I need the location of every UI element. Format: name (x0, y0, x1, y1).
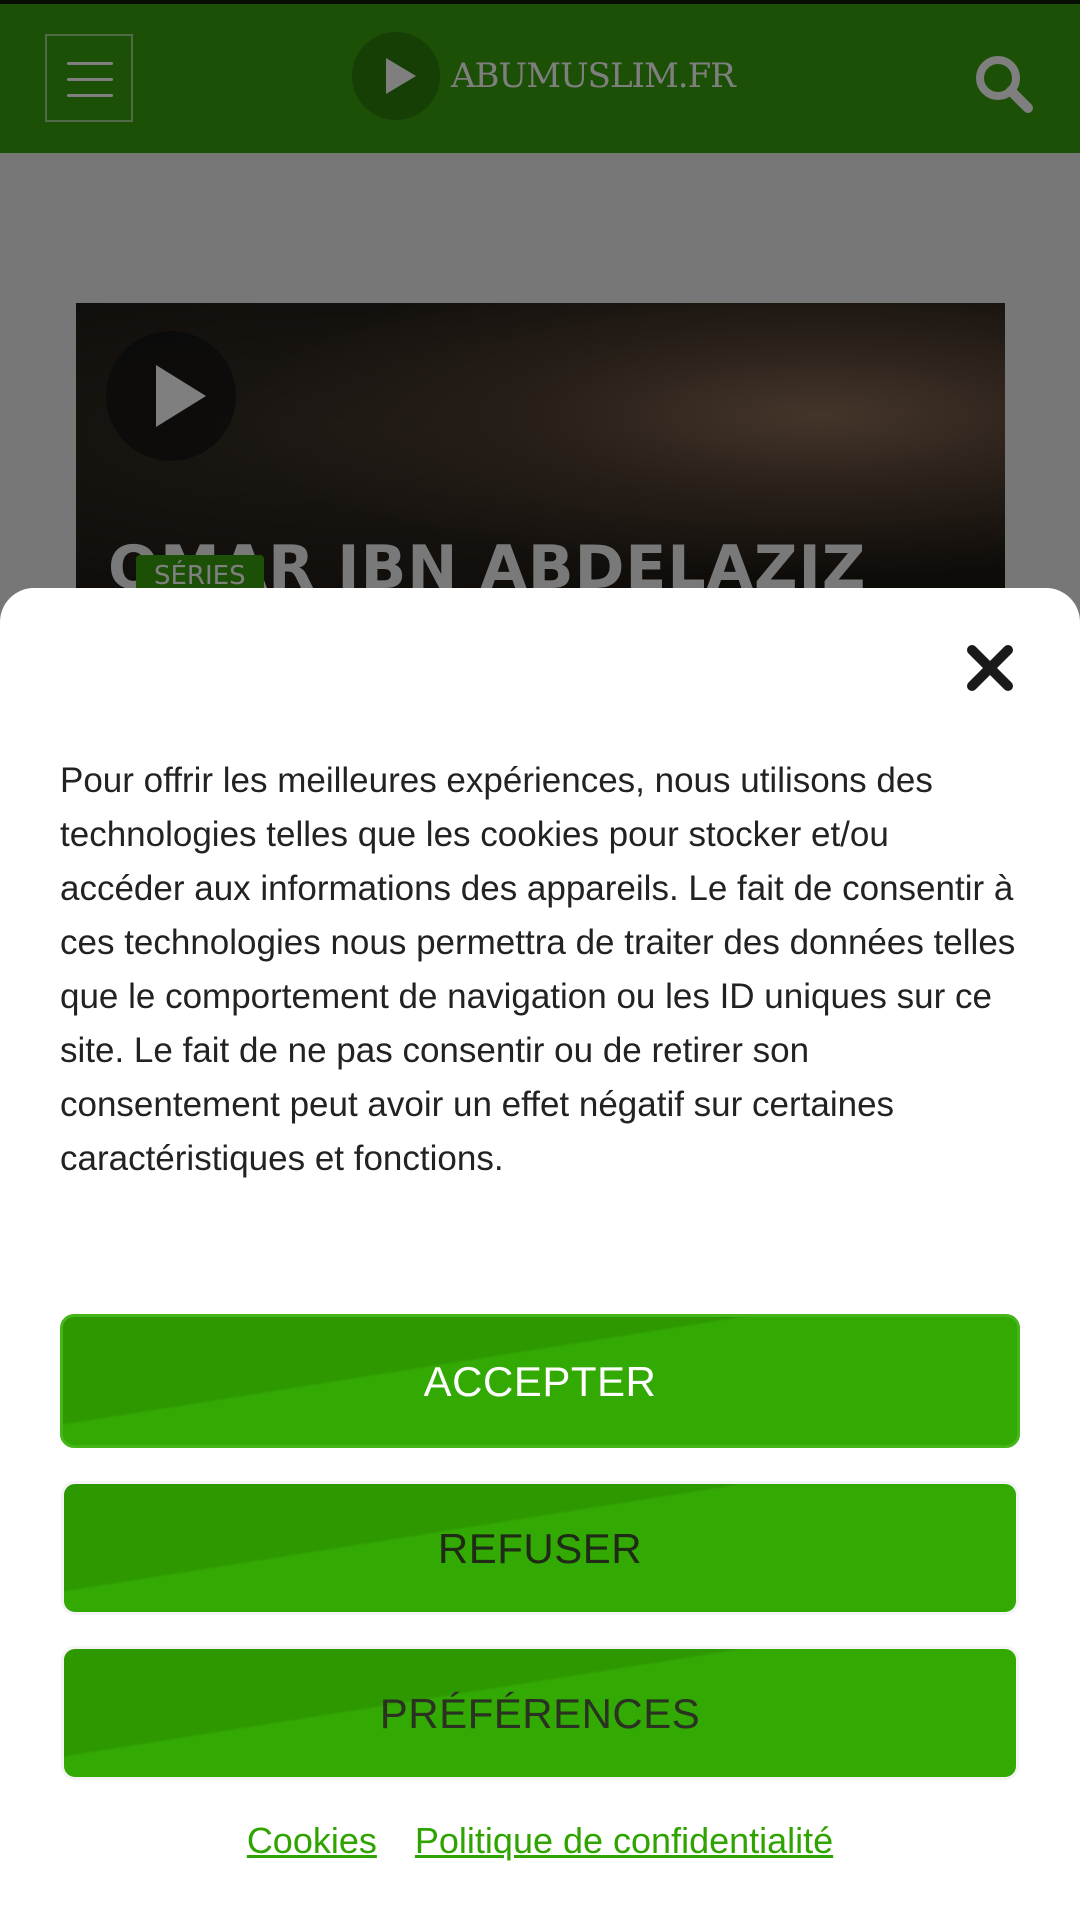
preferences-button[interactable]: PRÉFÉRENCES (61, 1646, 1019, 1780)
consent-message: Pour offrir les meilleures expériences, … (60, 761, 1016, 1178)
policy-links: Cookies Politique de confidentialité (0, 1820, 1080, 1862)
cookie-consent-dialog: Pour offrir les meilleures expériences, … (0, 588, 1080, 1920)
accept-button[interactable]: ACCEPTER (60, 1314, 1020, 1448)
refuse-button[interactable]: REFUSER (61, 1481, 1019, 1615)
close-icon (967, 645, 1013, 691)
close-button[interactable] (958, 636, 1022, 700)
cookies-link[interactable]: Cookies (247, 1820, 377, 1861)
privacy-policy-link[interactable]: Politique de confidentialité (415, 1820, 833, 1861)
